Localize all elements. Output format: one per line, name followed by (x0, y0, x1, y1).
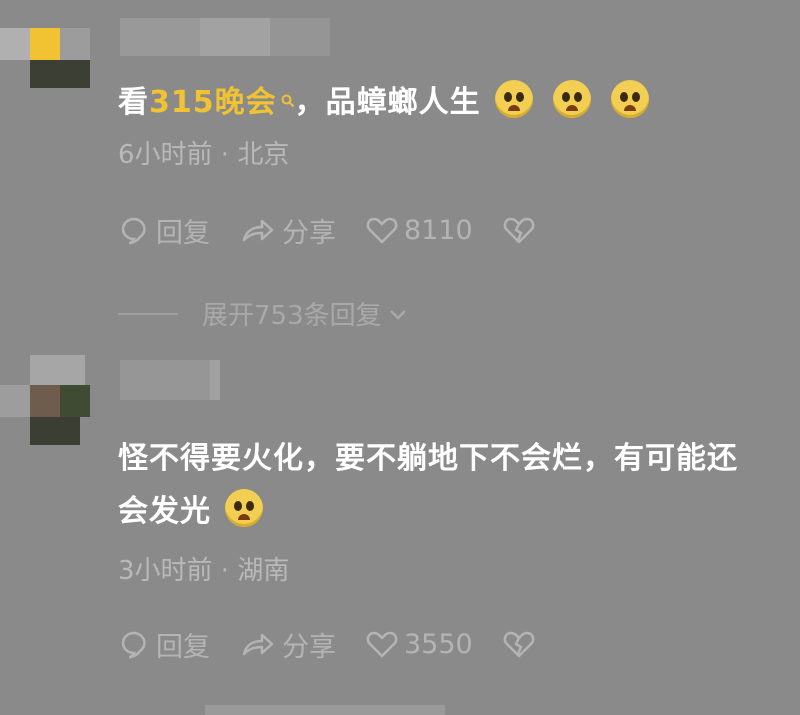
dislike-icon (503, 629, 535, 659)
reply-label: 回复 (156, 217, 210, 249)
share-label: 分享 (282, 631, 336, 663)
emoji-icon (225, 489, 263, 527)
emoji-icon (552, 80, 591, 118)
dislike-icon (503, 215, 535, 245)
comment-text: 怪不得要火化，要不躺地下不会烂，有可能还 会发光 (118, 437, 738, 534)
like-icon (366, 629, 398, 659)
share-button[interactable]: 分享 (240, 625, 336, 664)
expand-replies-button[interactable]: 展开753条回复 (118, 295, 408, 332)
reply-button[interactable]: 回复 (118, 625, 210, 664)
comment-text: 看315晚会 ，品蟑螂人生 (118, 77, 649, 125)
reply-icon (118, 628, 150, 660)
like-count: 8110 (404, 214, 473, 246)
comment-meta: 6小时前 · 北京 (118, 140, 290, 170)
divider-line (118, 312, 178, 315)
hashtag-link[interactable]: 315晚会 (149, 85, 295, 120)
comment-actions: 回复 分享 8110 (118, 210, 565, 250)
like-icon (366, 215, 398, 245)
comment-text-suffix: ，品蟑螂人生 (294, 85, 481, 120)
like-count: 3550 (404, 628, 473, 660)
comment-text-line: 怪不得要火化，要不躺地下不会烂，有可能还 (118, 441, 738, 476)
share-label: 分享 (282, 217, 336, 249)
expand-replies-label: 展开753条回复 (202, 301, 382, 331)
emoji-icon (610, 80, 649, 118)
dislike-button[interactable] (503, 215, 535, 245)
like-button[interactable]: 3550 (366, 629, 473, 660)
emoji-icon (494, 80, 533, 118)
share-button[interactable]: 分享 (240, 211, 336, 250)
chevron-down-icon (388, 299, 408, 329)
share-icon (240, 628, 276, 660)
like-button[interactable]: 8110 (366, 215, 473, 246)
comment-text-line-2: 会发光 (118, 489, 738, 534)
comment-actions: 回复 分享 3550 (118, 624, 565, 664)
reply-button[interactable]: 回复 (118, 211, 210, 250)
search-icon (281, 77, 295, 121)
share-icon (240, 214, 276, 246)
comment-text-prefix: 看 (118, 85, 149, 120)
reply-label: 回复 (156, 631, 210, 663)
comment-meta: 3小时前 · 湖南 (118, 556, 290, 586)
reply-icon (118, 214, 150, 246)
dislike-button[interactable] (503, 629, 535, 659)
